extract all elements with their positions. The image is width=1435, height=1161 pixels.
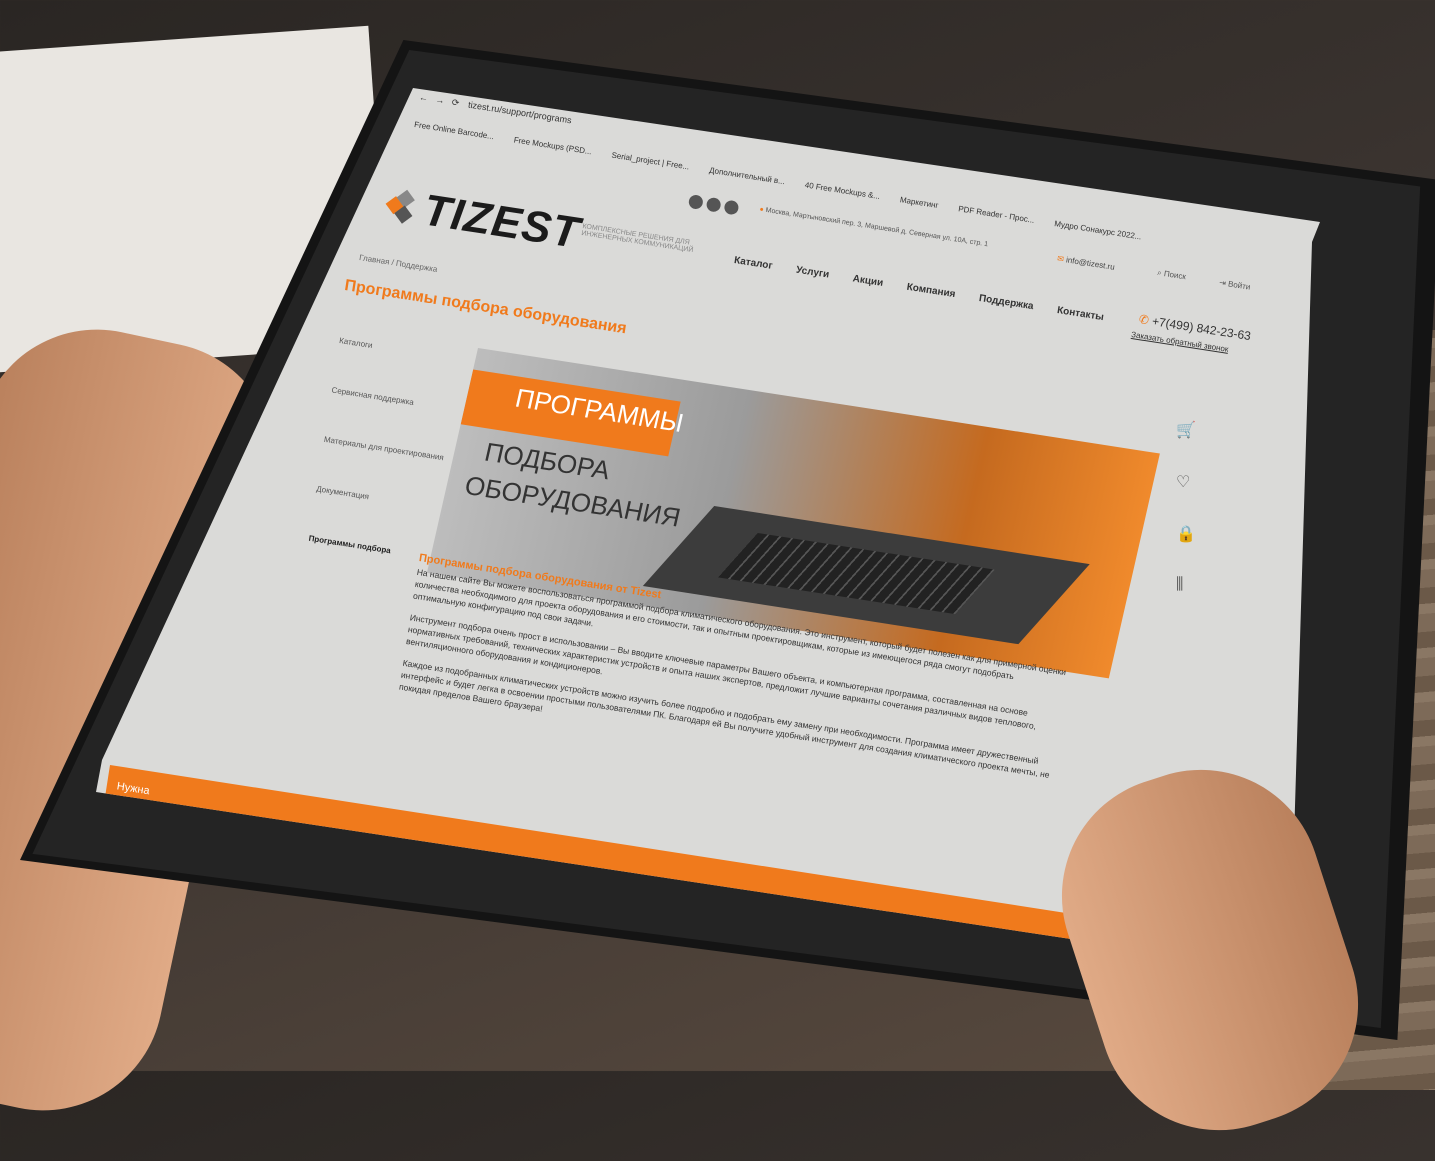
bookmark-item[interactable]: 40 Free Mockups &... — [804, 180, 881, 201]
bookmark-item[interactable]: Мудро Сонакурс 2022... — [1054, 219, 1142, 241]
login-icon: ⇥ — [1218, 278, 1227, 288]
compare-icon[interactable]: ⫼ — [1176, 576, 1196, 594]
phone-icon: ✆ — [1137, 312, 1150, 328]
social-links — [687, 194, 740, 216]
heart-icon[interactable]: ♡ — [1176, 472, 1196, 492]
bookmark-item[interactable]: Маркетинг — [899, 195, 939, 210]
forward-icon[interactable]: → — [435, 95, 450, 107]
lock-icon[interactable]: 🔒 — [1176, 524, 1196, 544]
menu-item-company[interactable]: Компания — [906, 282, 956, 300]
social-icon[interactable] — [705, 196, 722, 213]
mail-icon: ✉ — [1056, 254, 1065, 264]
logo-mark-icon — [385, 189, 420, 224]
search-icon: ⌕ — [1156, 268, 1163, 278]
breadcrumb[interactable]: Главная / Поддержка — [359, 253, 438, 274]
search-button[interactable]: ⌕ Поиск — [1156, 268, 1187, 282]
site-tagline: КОМПЛЕКСНЫЕ РЕШЕНИЯ ДЛЯ ИНЖЕНЕРНЫХ КОММУ… — [580, 223, 694, 255]
bookmark-item[interactable]: PDF Reader - Прос... — [958, 204, 1035, 225]
logo-text: TIZEST — [420, 185, 584, 259]
location-pin-icon: ● — [758, 206, 765, 214]
menu-item-catalog[interactable]: Каталог — [733, 255, 773, 272]
login-button[interactable]: ⇥ Войти — [1219, 278, 1251, 292]
menu-item-promotions[interactable]: Акции — [852, 273, 884, 289]
cta-heading: Нужна — [115, 780, 151, 798]
reload-icon[interactable]: ⟳ — [451, 97, 467, 110]
bookmark-item[interactable]: Дополнительный в... — [709, 166, 786, 187]
social-icon[interactable] — [723, 199, 740, 216]
page-title: Программы подбора оборудования — [343, 277, 628, 338]
site-logo[interactable]: TIZEST — [384, 180, 583, 259]
right-rail: 🛒 ♡ 🔒 ⫼ — [1176, 420, 1196, 594]
menu-item-support[interactable]: Поддержка — [978, 293, 1034, 312]
back-icon[interactable]: ← — [418, 92, 433, 104]
social-icon[interactable] — [687, 194, 704, 210]
cart-icon[interactable]: 🛒 — [1176, 420, 1196, 440]
menu-item-contacts[interactable]: Контакты — [1056, 305, 1104, 323]
email-link[interactable]: ✉ info@tizest.ru — [1057, 254, 1116, 272]
main-menu: Каталог Услуги Акции Компания Поддержка … — [733, 255, 1104, 323]
menu-item-services[interactable]: Услуги — [795, 265, 830, 281]
